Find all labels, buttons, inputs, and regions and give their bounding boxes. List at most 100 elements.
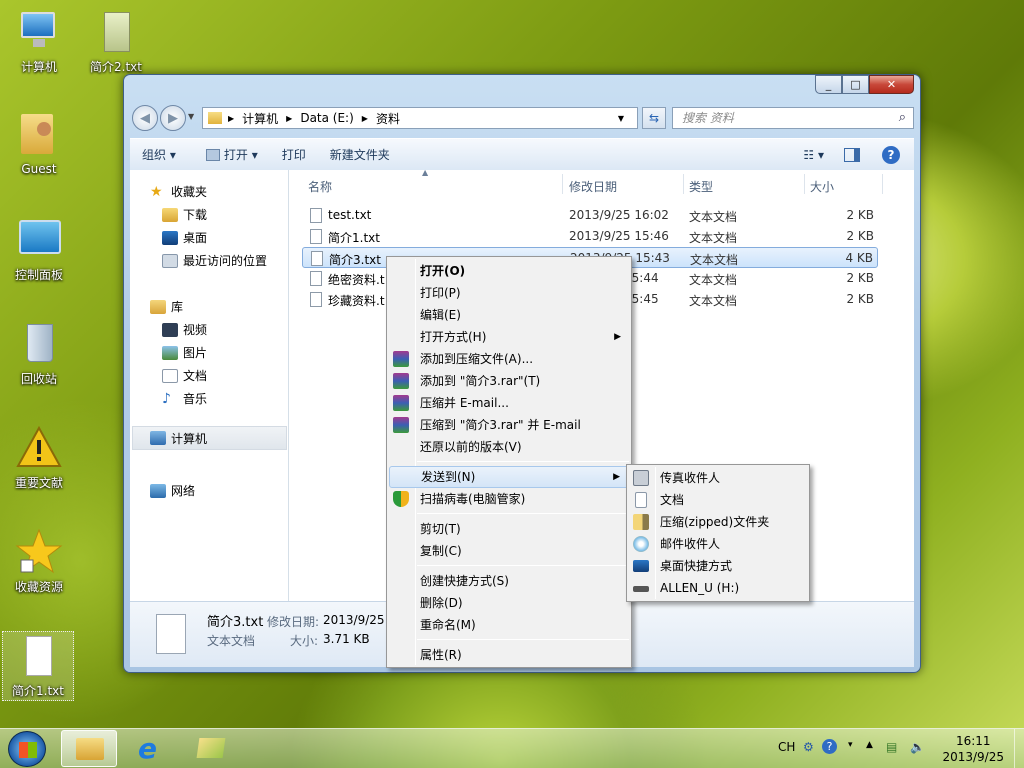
recent-pages-dropdown[interactable]: ▼ (188, 112, 194, 121)
desktop-icon-control-panel[interactable]: 控制面板 (3, 216, 75, 283)
desktop-icon-label: 重要文献 (14, 476, 63, 490)
minimize-button[interactable]: _ (815, 75, 842, 94)
menu-item-open[interactable]: 打开(O) (389, 260, 629, 282)
show-hidden-icons[interactable]: ▲ (866, 740, 873, 750)
desktop-icon-label: 简介1.txt (12, 684, 64, 698)
menu-item-add-to-rar[interactable]: 添加到 "简介3.rar"(T) (389, 370, 629, 392)
sendto-documents[interactable]: 文档 (629, 489, 807, 511)
desktop-icon-file-1[interactable]: 简介1.txt (2, 631, 74, 701)
show-desktop-button[interactable] (1014, 729, 1024, 768)
desktop-icon-important[interactable]: 重要文献 (3, 424, 75, 491)
nav-downloads[interactable]: 下载 (162, 206, 207, 223)
menu-item-scan-virus[interactable]: 扫描病毒(电脑管家) (389, 488, 629, 510)
desktop-icon-label: 回收站 (20, 372, 57, 386)
file-row[interactable]: test.txt 2013/9/25 16:02 文本文档 2 KB (302, 205, 878, 226)
column-name[interactable]: 名称 (308, 178, 332, 195)
nav-label: 桌面 (183, 231, 208, 245)
menu-item-edit[interactable]: 编辑(E) (389, 304, 629, 326)
menu-item-restore-versions[interactable]: 还原以前的版本(V) (389, 436, 629, 458)
desktop-icon-favorites[interactable]: 收藏资源 (3, 528, 75, 595)
file-size: 2 KB (846, 229, 874, 243)
nav-pictures[interactable]: 图片 (162, 344, 207, 361)
nav-favorites[interactable]: ★ 收藏夹 (150, 183, 207, 200)
sendto-zip[interactable]: 压缩(zipped)文件夹 (629, 511, 807, 533)
sendto-usb-drive[interactable]: ALLEN_U (H:) (629, 577, 807, 599)
print-button[interactable]: 打印 (282, 146, 306, 163)
file-size: 2 KB (846, 208, 874, 222)
refresh-button[interactable]: ⇆ (642, 107, 666, 129)
start-button[interactable] (8, 731, 46, 767)
menu-item-cut[interactable]: 剪切(T) (389, 518, 629, 540)
menu-item-add-archive[interactable]: 添加到压缩文件(A)... (389, 348, 629, 370)
taskbar-app[interactable] (184, 730, 240, 767)
file-name: 简介3.txt (329, 253, 381, 267)
view-options-button[interactable]: ☷ ▾ (803, 148, 824, 162)
help-icon[interactable]: ? (882, 145, 900, 164)
tray-dropdown-icon[interactable]: ▾ (848, 740, 853, 750)
preview-pane-button[interactable] (844, 147, 860, 162)
address-dropdown-icon[interactable]: ▼ (618, 114, 624, 123)
volume-icon[interactable]: 🔈 (910, 740, 925, 754)
language-indicator[interactable]: CH (778, 740, 795, 754)
nav-documents[interactable]: 文档 (162, 367, 207, 384)
menu-item-compress-rar-email[interactable]: 压缩到 "简介3.rar" 并 E-mail (389, 414, 629, 436)
desktop-icon-computer[interactable]: 计算机 (3, 8, 75, 75)
desktop-icon-recycle-bin[interactable]: 回收站 (3, 320, 75, 387)
column-modified[interactable]: 修改日期 (569, 178, 617, 195)
sendto-fax[interactable]: 传真收件人 (629, 467, 807, 489)
sendto-mail[interactable]: 邮件收件人 (629, 533, 807, 555)
menu-item-send-to[interactable]: 发送到(N) ▶ (389, 466, 629, 488)
taskbar-explorer[interactable] (61, 730, 117, 767)
help-icon[interactable]: ? (822, 739, 837, 754)
nav-network[interactable]: 网络 (150, 482, 195, 499)
column-type[interactable]: 类型 (689, 178, 713, 195)
close-button[interactable]: ✕ (869, 75, 914, 94)
tray-settings-icon[interactable]: ⚙ (803, 740, 814, 754)
organize-button[interactable]: 组织 ▾ (142, 146, 176, 163)
menu-item-properties[interactable]: 属性(R) (389, 644, 629, 666)
nav-libraries[interactable]: 库 (150, 298, 183, 315)
text-file-icon (14, 632, 62, 680)
sendto-desktop-shortcut[interactable]: 桌面快捷方式 (629, 555, 807, 577)
menu-item-copy[interactable]: 复制(C) (389, 540, 629, 562)
user-folder-icon (15, 112, 63, 160)
open-button[interactable]: 打开 ▾ (205, 146, 258, 163)
desktop-icon-file-2[interactable]: 简介2.txt (80, 8, 152, 75)
nav-computer[interactable]: 计算机 (132, 426, 287, 450)
column-separator (562, 174, 563, 194)
clock[interactable]: 16:11 2013/9/25 (942, 733, 1004, 765)
breadcrumb-drive[interactable]: Data (E:) (300, 111, 353, 125)
network-icon[interactable]: ▤ (886, 740, 897, 754)
nav-music[interactable]: ♪ 音乐 (162, 390, 207, 407)
search-input[interactable]: 搜索 资料 (672, 107, 914, 129)
nav-videos[interactable]: 视频 (162, 321, 207, 338)
nav-recent[interactable]: 最近访问的位置 (162, 252, 267, 269)
menu-item-rename[interactable]: 重命名(M) (389, 614, 629, 636)
forward-button[interactable]: ▶ (160, 105, 186, 131)
taskbar-ie[interactable]: e (124, 730, 180, 767)
menu-separator (417, 513, 629, 514)
back-button[interactable]: ◀ (132, 105, 158, 131)
open-label: 打开 (223, 148, 248, 162)
menu-label: 打印(P) (420, 286, 461, 300)
breadcrumb-computer[interactable]: 计算机 (242, 110, 278, 127)
new-folder-button[interactable]: 新建文件夹 (330, 146, 390, 163)
context-menu: 打开(O) 打印(P) 编辑(E) 打开方式(H) ▶ 添加到压缩文件(A)...… (386, 256, 632, 668)
desktop-icon-guest[interactable]: Guest (3, 112, 75, 176)
address-bar[interactable]: ▶ 计算机 ▶ Data (E:) ▶ 资料 ▼ (202, 107, 638, 129)
menu-label: 打开(O) (420, 264, 466, 278)
app-folder-icon (196, 738, 226, 758)
menu-label: 压缩(zipped)文件夹 (660, 515, 770, 529)
nav-desktop[interactable]: 桌面 (162, 229, 207, 246)
breadcrumb-folder[interactable]: 资料 (376, 110, 400, 127)
internet-explorer-icon: e (138, 732, 157, 765)
menu-item-print[interactable]: 打印(P) (389, 282, 629, 304)
file-row[interactable]: 简介1.txt 2013/9/25 15:46 文本文档 2 KB (302, 226, 878, 247)
menu-item-open-with[interactable]: 打开方式(H) ▶ (389, 326, 629, 348)
command-toolbar: 组织 ▾ 打开 ▾ 打印 新建文件夹 ☷ ▾ ? (130, 138, 914, 170)
column-size[interactable]: 大小 (810, 178, 834, 195)
menu-item-compress-email[interactable]: 压缩并 E-mail... (389, 392, 629, 414)
menu-item-create-shortcut[interactable]: 创建快捷方式(S) (389, 570, 629, 592)
menu-item-delete[interactable]: 删除(D) (389, 592, 629, 614)
maximize-button[interactable]: □ (842, 75, 869, 94)
